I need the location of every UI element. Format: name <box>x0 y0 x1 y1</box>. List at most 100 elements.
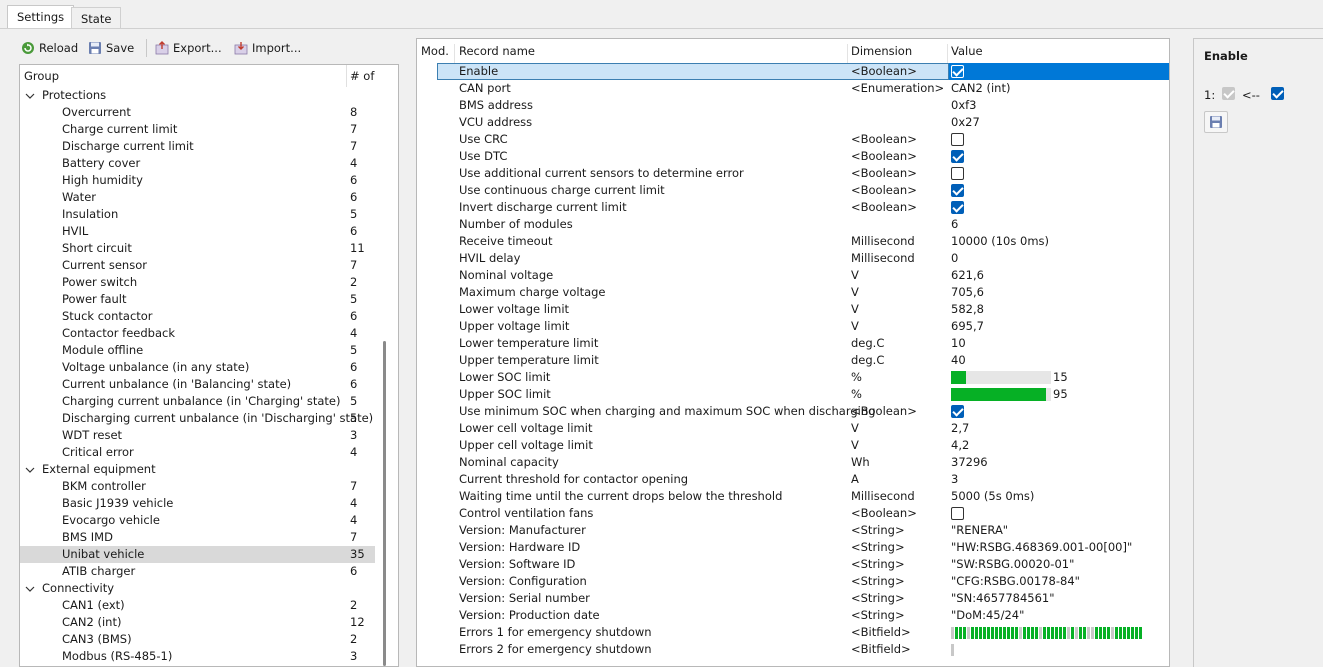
tree-item[interactable]: Contactor feedback 4 <box>20 325 375 342</box>
tree-item[interactable]: BMS IMD 7 <box>20 529 375 546</box>
record-value-checkbox[interactable] <box>951 150 964 163</box>
column-header-value[interactable]: Value <box>951 44 983 58</box>
tree-item[interactable]: Discharging current unbalance (in 'Disch… <box>20 410 375 427</box>
record-value[interactable]: 0 <box>951 250 958 267</box>
record-value-checkbox[interactable] <box>951 133 964 146</box>
grid-row[interactable]: Receive timeout Millisecond 10000 (10s 0ms… <box>417 233 1169 250</box>
tree-item[interactable]: Water 6 <box>20 189 375 206</box>
tree-item[interactable]: Charging current unbalance (in 'Charging… <box>20 393 375 410</box>
grid-row[interactable]: Nominal voltage V 621,6 <box>417 267 1169 284</box>
record-value-checkbox[interactable] <box>951 405 964 418</box>
chevron-down-icon[interactable] <box>25 465 35 475</box>
grid-row[interactable]: Nominal capacity Wh 37296 <box>417 454 1169 471</box>
tree-item[interactable]: Module offline 5 <box>20 342 375 359</box>
grid-row[interactable]: BMS address 0xf3 <box>417 97 1169 114</box>
records-grid[interactable]: Mod. Record name Dimension Value Enable <… <box>416 38 1170 667</box>
record-value[interactable]: 2,7 <box>951 420 969 437</box>
grid-row[interactable]: Version: Configuration <String> "CFG:RSBG.… <box>417 573 1169 590</box>
tree-item[interactable]: Voltage unbalance (in any state) 6 <box>20 359 375 376</box>
column-header-dimension[interactable]: Dimension <box>851 44 912 58</box>
grid-row[interactable]: Errors 2 for emergency shutdown <Bitfield… <box>417 641 1169 658</box>
record-value[interactable]: 10000 (10s 0ms) <box>951 233 1049 250</box>
tree-item[interactable]: Current unbalance (in 'Balancing' state)… <box>20 376 375 393</box>
grid-row[interactable]: Version: Serial number <String> "SN:465778… <box>417 590 1169 607</box>
grid-row[interactable]: Lower voltage limit V 582,8 <box>417 301 1169 318</box>
grid-row[interactable]: Invert discharge current limit <Boolean> <box>417 199 1169 216</box>
record-value[interactable]: 621,6 <box>951 267 984 284</box>
tree-item[interactable]: BKM controller 7 <box>20 478 375 495</box>
tree-item[interactable]: Current sensor 7 <box>20 257 375 274</box>
grid-row[interactable]: Use additional current sensors to determ… <box>417 165 1169 182</box>
import-button[interactable]: Import... <box>234 38 301 58</box>
grid-row[interactable]: VCU address 0x27 <box>417 114 1169 131</box>
grid-row[interactable]: Use CRC <Boolean> <box>417 131 1169 148</box>
tree-item[interactable]: Discharge current limit 7 <box>20 138 375 155</box>
export-button[interactable]: Export... <box>155 38 222 58</box>
tree-item[interactable]: Modbus (RS-485-1) 3 <box>20 648 375 665</box>
record-value[interactable]: CAN2 (int) <box>951 80 1010 97</box>
record-value[interactable]: 0xf3 <box>951 97 977 114</box>
tree-item[interactable]: HVIL 6 <box>20 223 375 240</box>
grid-row[interactable]: Current threshold for contactor opening A… <box>417 471 1169 488</box>
tree-item[interactable]: WDT reset 3 <box>20 427 375 444</box>
grid-row[interactable]: Version: Hardware ID <String> "HW:RSBG.468… <box>417 539 1169 556</box>
record-value-checkbox[interactable] <box>951 65 964 78</box>
tree-item[interactable]: Power switch 2 <box>20 274 375 291</box>
grid-row[interactable]: Lower temperature limit deg.C 10 <box>417 335 1169 352</box>
grid-row[interactable]: Upper cell voltage limit V 4,2 <box>417 437 1169 454</box>
record-value[interactable]: 6 <box>951 216 958 233</box>
tree-group[interactable]: Protections <box>20 87 375 104</box>
grid-row[interactable]: Lower cell voltage limit V 2,7 <box>417 420 1169 437</box>
grid-row[interactable]: Lower SOC limit% 15 <box>417 369 1169 386</box>
grid-row[interactable]: Errors 1 for emergency shutdown <Bitfield… <box>417 624 1169 641</box>
record-value[interactable]: 40 <box>951 352 966 369</box>
record-value[interactable]: 0x27 <box>951 114 980 131</box>
tree-item[interactable]: CAN1 (ext) 2 <box>20 597 375 614</box>
tree-item[interactable]: CAN2 (int) 12 <box>20 614 375 631</box>
record-value-checkbox[interactable] <box>951 201 964 214</box>
record-value-checkbox[interactable] <box>951 507 964 520</box>
tab-state[interactable]: State <box>71 7 122 29</box>
record-value[interactable]: 582,8 <box>951 301 984 318</box>
record-value-progress-bar[interactable] <box>951 388 1051 401</box>
column-header-count[interactable]: # of <box>350 69 374 83</box>
record-value[interactable]: "SW:RSBG.00020-01" <box>951 556 1074 573</box>
grid-row[interactable]: Maximum charge voltage V 705,6 <box>417 284 1169 301</box>
grid-row[interactable]: Use DTC <Boolean> <box>417 148 1169 165</box>
record-value-checkbox[interactable] <box>951 184 964 197</box>
record-value-progress-bar[interactable] <box>951 371 1051 384</box>
record-value[interactable]: "CFG:RSBG.00178-84" <box>951 573 1080 590</box>
tree-item[interactable]: Critical error 4 <box>20 444 375 461</box>
record-value[interactable]: 705,6 <box>951 284 984 301</box>
write-value-button[interactable] <box>1204 111 1228 133</box>
grid-row[interactable]: Version: Manufacturer <String> "RENERA" <box>417 522 1169 539</box>
record-value[interactable]: "HW:RSBG.468369.001-00[00]" <box>951 539 1132 556</box>
record-value[interactable]: 3 <box>951 471 958 488</box>
grid-row[interactable]: Waiting time until the current drops bel… <box>417 488 1169 505</box>
record-value[interactable]: "DoM:45/24" <box>951 607 1024 624</box>
grid-row[interactable]: CAN port <Enumeration> CAN2 (int) <box>417 80 1169 97</box>
tree-item[interactable]: Power fault 5 <box>20 291 375 308</box>
grid-row[interactable]: Enable <Boolean> <box>417 63 1169 80</box>
grid-row[interactable]: Use minimum SOC when charging and maximu… <box>417 403 1169 420</box>
tree-item[interactable]: CAN3 (BMS) 2 <box>20 631 375 648</box>
tree-item[interactable]: ATIB charger 6 <box>20 563 375 580</box>
tree-item[interactable]: Charge current limit 7 <box>20 121 375 138</box>
tree-item[interactable]: Unibat vehicle 35 <box>20 546 375 563</box>
record-value[interactable]: 695,7 <box>951 318 984 335</box>
tab-settings[interactable]: Settings <box>7 5 75 29</box>
grid-row[interactable]: Upper SOC limit% 95 <box>417 386 1169 403</box>
save-button[interactable]: Save <box>88 38 134 58</box>
grid-row[interactable]: Number of modules 6 <box>417 216 1169 233</box>
tree-item[interactable]: Evocargo vehicle 4 <box>20 512 375 529</box>
group-tree[interactable]: Group # of Protections Overcurrent 8 Charge… <box>19 64 399 667</box>
tree-item[interactable]: High humidity 6 <box>20 172 375 189</box>
chevron-down-icon[interactable] <box>25 584 35 594</box>
grid-row[interactable]: Upper temperature limit deg.C 40 <box>417 352 1169 369</box>
record-value[interactable]: 5000 (5s 0ms) <box>951 488 1034 505</box>
grid-row[interactable]: Use continuous charge current limit <Bool… <box>417 182 1169 199</box>
grid-row[interactable]: Version: Production date <String> "DoM:45/… <box>417 607 1169 624</box>
tree-item[interactable]: Insulation 5 <box>20 206 375 223</box>
column-header-group[interactable]: Group <box>24 69 59 83</box>
tree-item[interactable]: Short circuit 11 <box>20 240 375 257</box>
